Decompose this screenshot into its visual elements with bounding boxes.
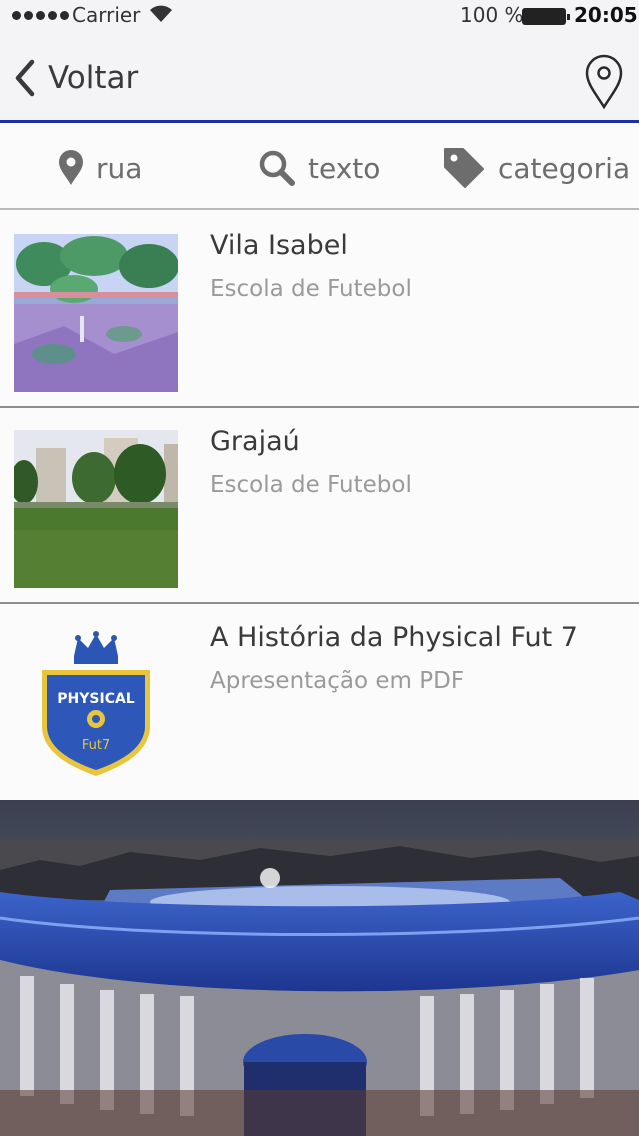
item-title: Vila Isabel <box>210 230 348 261</box>
chevron-left-icon <box>15 59 35 97</box>
park-photo-thumbnail <box>14 234 178 392</box>
logo-name: PHYSICAL <box>57 691 135 707</box>
field-photo-thumbnail <box>14 430 178 588</box>
filter-text[interactable]: texto <box>258 126 380 210</box>
list-item[interactable]: PHYSICAL Fut7 A História da Physical Fut… <box>0 604 639 800</box>
filter-text-label: texto <box>308 151 381 185</box>
item-title: A História da Physical Fut 7 <box>210 622 578 653</box>
logo-sub: Fut7 <box>82 738 110 753</box>
filter-category-label: categoria <box>498 151 631 185</box>
list-item[interactable]: Vila Isabel Escola de Futebol <box>0 212 639 408</box>
filter-street[interactable]: rua <box>58 126 142 210</box>
battery-percent: 100 % <box>460 3 524 27</box>
item-subtitle: Escola de Futebol <box>210 472 412 498</box>
back-button[interactable]: Voltar <box>8 56 138 100</box>
battery-icon <box>522 8 570 25</box>
item-title: Grajaú <box>210 426 300 457</box>
signal-icon <box>12 11 69 20</box>
filter-category[interactable]: categoria <box>442 126 630 210</box>
filter-bar: rua texto categoria <box>0 126 639 210</box>
search-icon <box>259 150 295 186</box>
status-bar: Carrier 100 % 20:05 <box>0 0 639 34</box>
list-item[interactable]: Grajaú Escola de Futebol <box>0 408 639 604</box>
item-subtitle: Escola de Futebol <box>210 276 412 302</box>
carrier-label: Carrier <box>72 3 141 27</box>
stadium-banner-image <box>0 800 639 1136</box>
item-subtitle: Apresentação em PDF <box>210 668 465 694</box>
physical-fut7-logo: PHYSICAL Fut7 <box>14 626 178 784</box>
tag-icon <box>444 148 484 188</box>
location-pin-icon <box>59 150 83 185</box>
clock: 20:05 <box>574 3 638 27</box>
navigation-bar: Voltar <box>0 34 639 123</box>
wifi-icon <box>150 5 172 22</box>
back-label: Voltar <box>48 60 139 96</box>
filter-street-label: rua <box>96 151 143 185</box>
map-pin-icon[interactable] <box>584 54 624 110</box>
